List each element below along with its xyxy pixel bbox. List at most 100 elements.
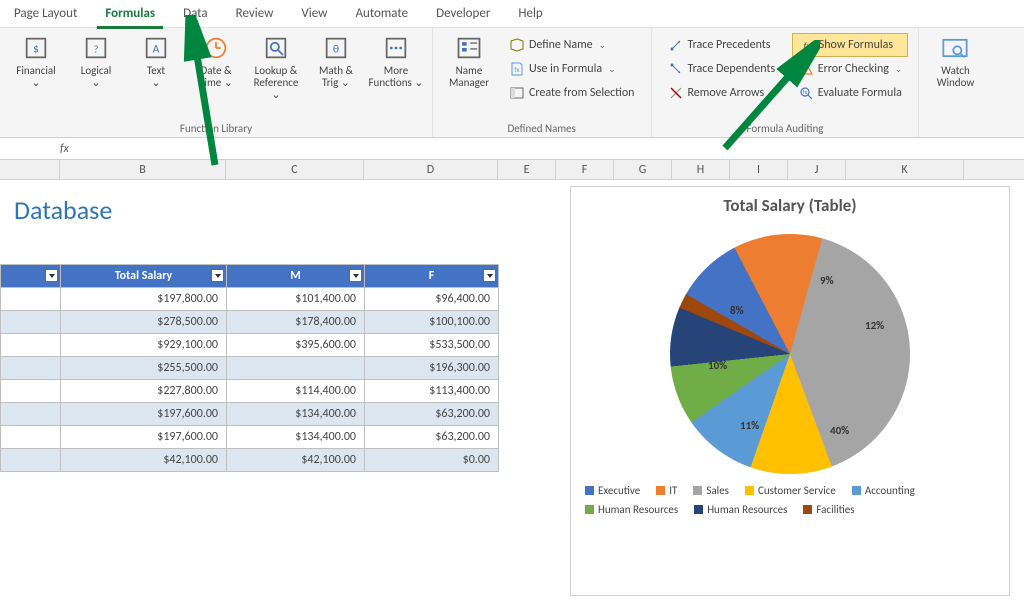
evaluate-formula-button[interactable]: fxEvaluate Formula xyxy=(792,81,909,105)
table-cell[interactable] xyxy=(1,449,61,472)
table-cell[interactable]: $101,400.00 xyxy=(227,288,365,311)
table-cell[interactable]: $42,100.00 xyxy=(61,449,227,472)
math-button[interactable]: θMath & Trig ⌄ xyxy=(306,31,366,92)
legend-swatch xyxy=(852,486,861,495)
watch-window-button[interactable]: Watch Window xyxy=(925,31,985,92)
table-header[interactable]: Total Salary xyxy=(61,265,227,288)
table-cell[interactable]: $197,800.00 xyxy=(61,288,227,311)
tab-page-layout[interactable]: Page Layout xyxy=(0,0,91,28)
legend-item: Human Resources xyxy=(585,503,678,516)
table-cell[interactable]: $113,400.00 xyxy=(365,380,499,403)
filter-icon[interactable] xyxy=(211,269,224,282)
table-cell[interactable] xyxy=(1,380,61,403)
more-button[interactable]: More Functions ⌄ xyxy=(366,31,426,92)
table-header[interactable]: M xyxy=(227,265,365,288)
tab-automate[interactable]: Automate xyxy=(341,0,422,28)
table-cell[interactable] xyxy=(1,357,61,380)
use-in-formula-button[interactable]: fxUse in Formula⌄ xyxy=(503,57,641,81)
datetime-icon xyxy=(202,34,230,62)
table-cell[interactable]: $63,200.00 xyxy=(365,426,499,449)
column-header[interactable]: I xyxy=(730,160,788,179)
table-cell[interactable]: $255,500.00 xyxy=(61,357,227,380)
trace-dependents-button[interactable]: Trace Dependents xyxy=(662,57,784,81)
table-cell[interactable]: $197,600.00 xyxy=(61,426,227,449)
column-header[interactable] xyxy=(0,160,60,179)
pie-slice-label: 40% xyxy=(830,424,849,437)
group-formula-auditing: Trace PrecedentsTrace DependentsRemove A… xyxy=(652,28,920,137)
formula-bar[interactable]: fx xyxy=(0,138,1024,160)
legend-swatch xyxy=(693,486,702,495)
column-header[interactable]: G xyxy=(614,160,672,179)
filter-icon[interactable] xyxy=(45,269,58,282)
table-cell[interactable]: $929,100.00 xyxy=(61,334,227,357)
legend-swatch xyxy=(585,486,594,495)
tab-data[interactable]: Data xyxy=(169,0,222,28)
svg-text:fx: fx xyxy=(514,65,519,74)
table-cell[interactable] xyxy=(1,334,61,357)
chart-title: Total Salary (Table) xyxy=(571,187,1009,216)
table-cell[interactable]: $134,400.00 xyxy=(227,426,365,449)
table-cell[interactable] xyxy=(227,357,365,380)
define-name-button[interactable]: Define Name⌄ xyxy=(503,33,641,57)
tab-review[interactable]: Review xyxy=(222,0,288,28)
table-cell[interactable]: $0.00 xyxy=(365,449,499,472)
text-button[interactable]: AText ⌄ xyxy=(126,31,186,92)
fx-icon: fx xyxy=(60,142,69,156)
table-cell[interactable]: $227,800.00 xyxy=(61,380,227,403)
table-cell[interactable]: $178,400.00 xyxy=(227,311,365,334)
financial-button[interactable]: $Financial ⌄ xyxy=(6,31,66,92)
legend-swatch xyxy=(803,505,812,514)
svg-text:θ: θ xyxy=(333,43,339,57)
table-cell[interactable] xyxy=(1,426,61,449)
trace-precedents-button[interactable]: Trace Precedents xyxy=(662,33,784,57)
filter-icon[interactable] xyxy=(349,269,362,282)
data-table: Total SalaryMF $197,800.00$101,400.00$96,… xyxy=(0,264,499,472)
table-cell[interactable]: $395,600.00 xyxy=(227,334,365,357)
table-cell[interactable]: $100,100.00 xyxy=(365,311,499,334)
column-header[interactable]: H xyxy=(672,160,730,179)
logical-button[interactable]: ?Logical ⌄ xyxy=(66,31,126,92)
table-cell[interactable] xyxy=(1,288,61,311)
filter-icon[interactable] xyxy=(483,269,496,282)
tab-view[interactable]: View xyxy=(287,0,341,28)
create-from-selection-button[interactable]: Create from Selection xyxy=(503,81,641,105)
table-header[interactable]: F xyxy=(365,265,499,288)
pie-slice-label: 11% xyxy=(740,419,759,432)
column-header[interactable]: F xyxy=(556,160,614,179)
pie-slice-label: 9% xyxy=(820,274,834,287)
show-formulas-button[interactable]: fxShow Formulas xyxy=(792,33,909,57)
table-cell[interactable]: $42,100.00 xyxy=(227,449,365,472)
table-header[interactable] xyxy=(1,265,61,288)
group-defined-names: Name Manager Define Name⌄fxUse in Formul… xyxy=(433,28,652,137)
tab-formulas[interactable]: Formulas xyxy=(91,0,169,28)
table-cell[interactable]: $278,500.00 xyxy=(61,311,227,334)
group-label-function-library: Function Library xyxy=(6,121,426,135)
table-cell[interactable]: $63,200.00 xyxy=(365,403,499,426)
remove-arrows-button[interactable]: Remove Arrows⌄ xyxy=(662,81,784,105)
datetime-button[interactable]: Date & Time ⌄ xyxy=(186,31,246,92)
svg-text:?: ? xyxy=(94,43,99,56)
tab-developer[interactable]: Developer xyxy=(422,0,504,28)
table-cell[interactable]: $533,500.00 xyxy=(365,334,499,357)
name-manager-button[interactable]: Name Manager xyxy=(439,31,499,92)
column-header[interactable]: B xyxy=(60,160,226,179)
table-cell[interactable]: $114,400.00 xyxy=(227,380,365,403)
column-header[interactable]: C xyxy=(226,160,364,179)
svg-text:$: $ xyxy=(33,43,39,57)
column-header[interactable]: D xyxy=(364,160,498,179)
group-label-formula-auditing: Formula Auditing xyxy=(658,121,913,135)
table-cell[interactable] xyxy=(1,403,61,426)
tab-help[interactable]: Help xyxy=(504,0,556,28)
lookup-button[interactable]: Lookup & Reference ⌄ xyxy=(246,31,306,104)
pie-slice-label: 10% xyxy=(708,359,727,372)
column-header[interactable]: J xyxy=(788,160,846,179)
table-cell[interactable]: $196,300.00 xyxy=(365,357,499,380)
table-cell[interactable]: $96,400.00 xyxy=(365,288,499,311)
table-cell[interactable]: $134,400.00 xyxy=(227,403,365,426)
table-cell[interactable] xyxy=(1,311,61,334)
table-cell[interactable]: $197,600.00 xyxy=(61,403,227,426)
embedded-chart[interactable]: Total Salary (Table) 9%12%40%11%10%8% Ex… xyxy=(570,186,1010,596)
error-checking-button[interactable]: !Error Checking⌄ xyxy=(792,57,909,81)
column-header[interactable]: E xyxy=(498,160,556,179)
column-header[interactable]: K xyxy=(846,160,964,179)
